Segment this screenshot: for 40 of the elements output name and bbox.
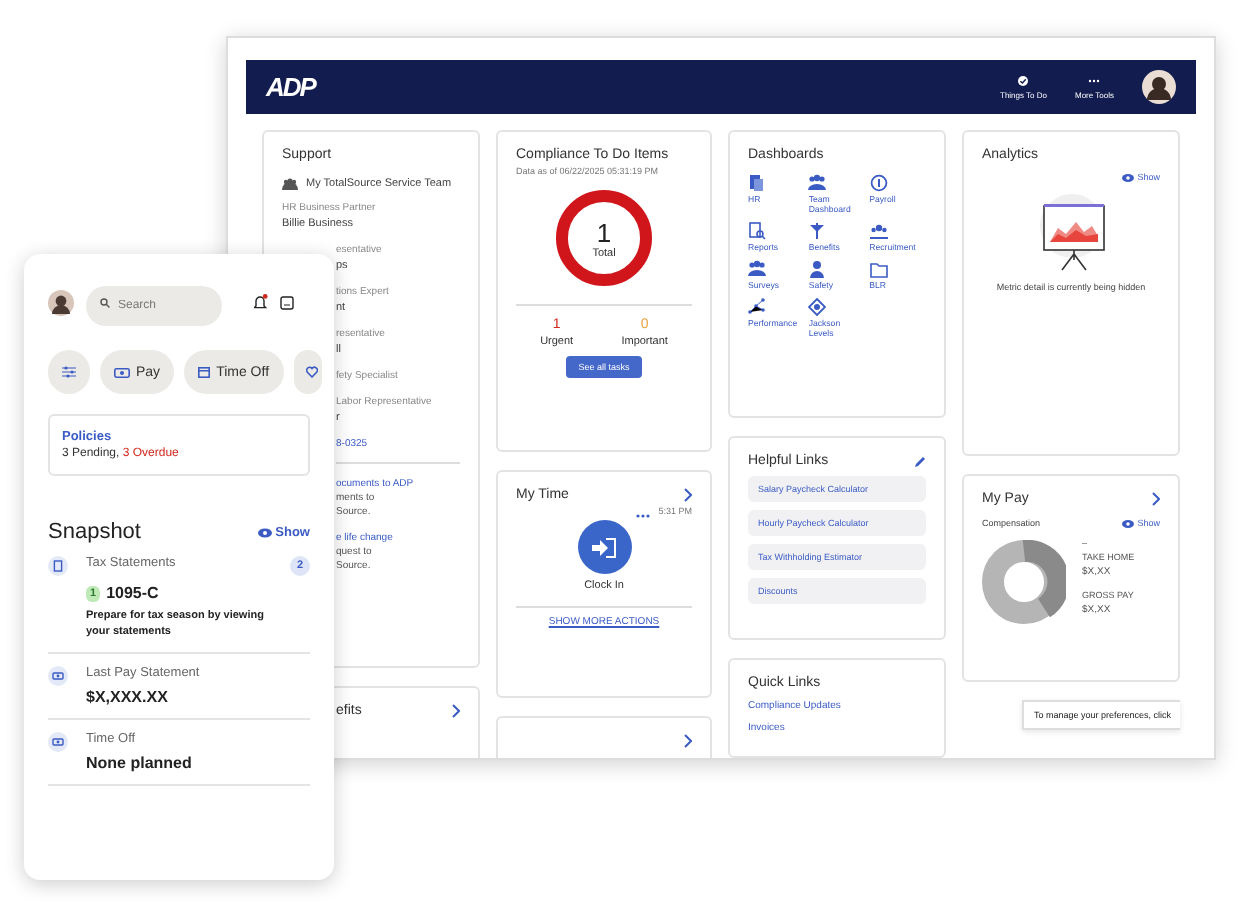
check-icon xyxy=(1018,75,1029,85)
chip-button[interactable] xyxy=(293,350,322,394)
edit-icon[interactable] xyxy=(914,455,926,467)
item-value: $X,XXX.XX xyxy=(86,688,168,707)
avatar[interactable] xyxy=(1142,70,1176,104)
report-search-icon[interactable] xyxy=(748,222,766,240)
clock-in-button[interactable] xyxy=(577,520,631,574)
heart-icon xyxy=(305,366,318,378)
total-count: 1 xyxy=(596,217,612,247)
money-icon xyxy=(48,666,68,687)
document-icon xyxy=(48,556,68,576)
folder-icon[interactable] xyxy=(869,260,888,278)
chevron-icon[interactable] xyxy=(684,734,692,748)
donut-chart-drawing xyxy=(982,539,1066,623)
calendar-icon xyxy=(198,366,211,378)
recruitment-icon[interactable] xyxy=(869,222,888,240)
network-icon[interactable] xyxy=(748,298,766,316)
sign-in-icon xyxy=(592,537,616,557)
bell-icon[interactable] xyxy=(254,294,268,310)
item-value: None planned xyxy=(86,754,192,773)
person-icon[interactable] xyxy=(808,260,827,278)
filter-icon xyxy=(62,366,76,378)
chevron-icon[interactable] xyxy=(1152,492,1160,506)
chevron-icon[interactable] xyxy=(452,704,460,718)
section-title: Snapshot xyxy=(48,520,141,544)
money-icon xyxy=(48,732,68,753)
coin-icon[interactable] xyxy=(869,174,888,192)
eye-icon xyxy=(1121,519,1134,527)
avatar[interactable] xyxy=(48,289,74,315)
document-icon[interactable] xyxy=(748,174,766,192)
item-value: 1095-C xyxy=(106,584,159,602)
badge-icon[interactable] xyxy=(808,298,827,316)
eye-icon xyxy=(257,527,272,537)
chevron-icon[interactable] xyxy=(684,488,692,502)
eye-icon xyxy=(1121,173,1134,181)
logo[interactable]: ADP xyxy=(266,72,315,102)
ring-chart-drawing xyxy=(554,188,654,288)
money-icon xyxy=(114,367,130,377)
chat-icon[interactable] xyxy=(280,295,294,309)
more-icon xyxy=(1088,75,1101,85)
